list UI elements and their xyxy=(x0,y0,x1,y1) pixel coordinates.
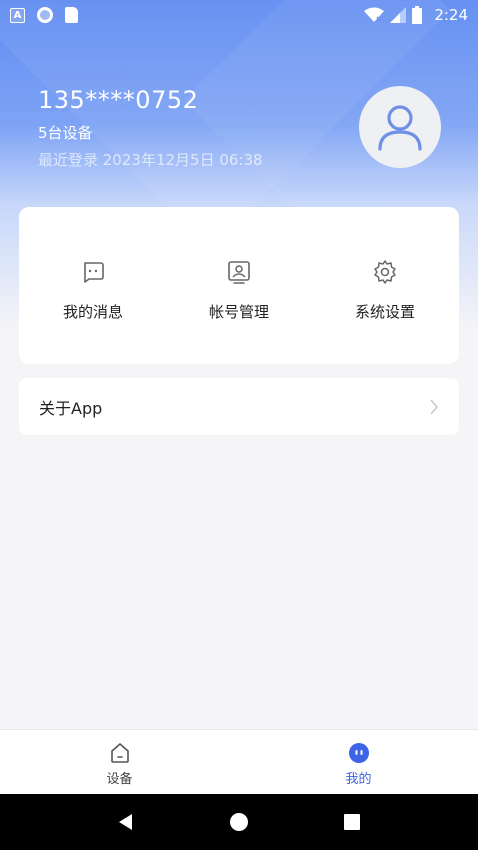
menu-item-label: 帐号管理 xyxy=(208,303,269,321)
sd-card-icon xyxy=(65,7,78,23)
status-time: 2:24 xyxy=(434,6,468,24)
home-button[interactable] xyxy=(224,807,254,837)
menu-card: 我的消息 帐号管理 系统设置 xyxy=(19,207,459,364)
menu-item-label: 我的消息 xyxy=(62,303,123,321)
home-icon xyxy=(110,743,129,763)
signal-icon xyxy=(390,7,407,23)
profile-face-icon xyxy=(348,743,369,763)
about-app-label: 关于App xyxy=(39,398,103,418)
bottom-tab-bar: 设备 我的 xyxy=(0,729,478,794)
sync-circle-icon xyxy=(37,7,53,23)
status-bar: A 2:24 xyxy=(0,0,478,30)
tab-devices[interactable]: 设备 xyxy=(0,730,239,794)
user-phone: 135****0752 xyxy=(38,86,199,114)
last-login: 最近登录 2023年12月5日 06:38 xyxy=(38,151,263,169)
user-avatar-icon xyxy=(378,105,422,151)
tab-devices-label: 设备 xyxy=(106,772,133,787)
menu-item-account[interactable]: 帐号管理 xyxy=(184,207,294,364)
menu-item-messages[interactable]: 我的消息 xyxy=(38,207,148,364)
recents-button[interactable] xyxy=(337,807,367,837)
wifi-icon xyxy=(364,7,385,23)
settings-icon xyxy=(374,260,396,284)
back-button[interactable] xyxy=(111,807,141,837)
menu-item-label: 系统设置 xyxy=(354,303,415,321)
recents-square-icon xyxy=(343,814,360,830)
device-count[interactable]: 5台设备 xyxy=(38,122,263,143)
system-nav-bar xyxy=(0,794,478,850)
back-triangle-icon xyxy=(119,814,133,830)
account-icon xyxy=(228,261,250,284)
app-a-icon: A xyxy=(10,7,25,23)
message-icon xyxy=(84,262,104,283)
avatar[interactable] xyxy=(359,86,441,168)
tab-mine-label: 我的 xyxy=(345,772,372,787)
menu-item-settings[interactable]: 系统设置 xyxy=(330,207,440,364)
home-circle-icon xyxy=(229,813,248,831)
profile-info: 135****0752 5台设备 最近登录 2023年12月5日 06:38 xyxy=(38,86,263,170)
about-app-row[interactable]: 关于App xyxy=(19,378,459,435)
chevron-right-icon xyxy=(430,399,438,414)
tab-mine[interactable]: 我的 xyxy=(239,730,478,794)
battery-icon xyxy=(412,6,423,24)
